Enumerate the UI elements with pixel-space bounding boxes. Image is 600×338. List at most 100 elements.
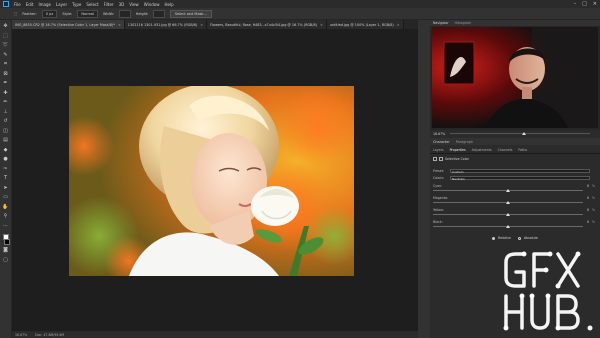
menu-edit[interactable]: Edit	[26, 2, 34, 7]
black-value[interactable]: 0	[587, 220, 589, 224]
healing-brush-tool-icon[interactable]: ✚	[2, 90, 9, 97]
menu-type[interactable]: Type	[72, 2, 81, 7]
marquee-tool-icon[interactable]: ⬚	[2, 33, 9, 40]
tab-layers[interactable]: Layers	[433, 148, 444, 152]
background-color-swatch[interactable]	[4, 238, 10, 245]
navigator-tab[interactable]: Navigator	[433, 21, 449, 25]
path-selection-tool-icon[interactable]: ➤	[2, 185, 9, 192]
layer-mask-icon[interactable]	[439, 157, 443, 161]
height-input[interactable]	[153, 9, 165, 18]
window-controls: – □ ×	[574, 1, 597, 7]
menu-image[interactable]: Image	[38, 2, 51, 7]
navigator-zoom-slider[interactable]	[450, 131, 590, 135]
menu-window[interactable]: Window	[144, 2, 160, 7]
percent-unit: %	[591, 208, 595, 212]
status-bar: 16.67% Doc: 47.8M/95.6M	[12, 331, 418, 338]
menu-layer[interactable]: Layer	[56, 2, 67, 7]
rectangle-tool-icon[interactable]: ▭	[2, 194, 9, 201]
width-input[interactable]	[119, 9, 131, 18]
menu-view[interactable]: View	[129, 2, 139, 7]
tab-document-1[interactable]: IMG_8855.CR2 @ 16.7% (Selective Color 1,…	[12, 20, 125, 29]
tab-close-icon[interactable]: ×	[397, 23, 400, 27]
tab-document-2[interactable]: 1302116 1301-931.jpg @ 66.7% (RGB/8) ×	[124, 20, 208, 29]
eyedropper-tool-icon[interactable]: ✒	[2, 80, 9, 87]
navigator-panel: Navigator Histogram	[430, 20, 600, 130]
type-tool-icon[interactable]: T	[2, 175, 9, 182]
navigator-zoom-value[interactable]: 16.67%	[433, 132, 445, 136]
gradient-tool-icon[interactable]: ▤	[2, 137, 9, 144]
menu-3d[interactable]: 3D	[119, 2, 125, 7]
yellow-label: Yellow:	[433, 208, 444, 212]
quick-select-tool-icon[interactable]: ✎	[2, 52, 9, 59]
tab-paragraph[interactable]: Paragraph	[456, 140, 473, 144]
tab-document-4[interactable]: untitled.jpg @ 100% (Layer 1, RGB/8) ×	[326, 20, 404, 29]
relative-radio[interactable]	[492, 236, 495, 240]
menu-help[interactable]: Help	[164, 2, 173, 7]
tab-paths[interactable]: Paths	[518, 148, 527, 152]
maximize-icon[interactable]: □	[582, 1, 587, 7]
absolute-label: Absolute	[523, 236, 538, 240]
cyan-slider-row: Cyan: 0 %	[433, 184, 597, 194]
preset-select[interactable]: Custom	[450, 169, 590, 174]
document-image	[69, 86, 354, 276]
tab-channels[interactable]: Channels	[498, 148, 513, 152]
history-brush-tool-icon[interactable]: ↺	[2, 118, 9, 125]
colors-select[interactable]: Neutrals	[450, 176, 590, 181]
style-select[interactable]: Normal	[77, 9, 99, 18]
tab-close-icon[interactable]: ×	[320, 23, 323, 27]
absolute-radio[interactable]	[517, 236, 521, 240]
colors-row: Colors: Neutrals	[433, 176, 590, 181]
menu-file[interactable]: File	[14, 2, 21, 7]
tab-properties[interactable]: Properties	[450, 148, 466, 152]
tab-close-icon[interactable]: ×	[118, 23, 121, 27]
tab-document-3[interactable]: Flowers, Beautiful, Rose, 6483...s7u4z3l…	[207, 20, 327, 29]
eraser-tool-icon[interactable]: ◫	[2, 128, 9, 135]
cyan-slider-handle[interactable]	[506, 188, 510, 192]
close-icon[interactable]: ×	[593, 1, 597, 7]
select-and-mask-button[interactable]: Select and Mask...	[169, 9, 212, 18]
preset-row: Preset: Custom	[433, 169, 590, 174]
colors-label: Colors:	[433, 176, 445, 180]
menu-select[interactable]: Select	[86, 2, 98, 7]
properties-title-row: Selective Color	[433, 157, 469, 161]
menu-filter[interactable]: Filter	[104, 2, 114, 7]
magenta-slider-handle[interactable]	[506, 200, 510, 204]
quick-mask-icon[interactable]: ◙	[2, 247, 9, 254]
status-zoom[interactable]: 16.67%	[15, 333, 27, 337]
histogram-tab[interactable]: Histogram	[455, 21, 472, 25]
magenta-value[interactable]: 0	[587, 196, 589, 200]
pen-tool-icon[interactable]: ✑	[2, 166, 9, 173]
document-tab-bar: IMG_8855.CR2 @ 16.7% (Selective Color 1,…	[12, 20, 418, 29]
tab-close-icon[interactable]: ×	[200, 23, 203, 27]
zoom-tool-icon[interactable]: ⚲	[2, 213, 9, 220]
yellow-value[interactable]: 0	[587, 208, 589, 212]
black-slider-handle[interactable]	[506, 224, 510, 228]
lasso-tool-icon[interactable]: ➰	[2, 42, 9, 49]
more-tools-icon[interactable]: ⋯	[2, 223, 9, 230]
brush-tool-icon[interactable]: ✏	[2, 99, 9, 106]
adjustment-layer-icon[interactable]	[433, 157, 437, 161]
hand-tool-icon[interactable]: ✋	[2, 204, 9, 211]
minimize-icon[interactable]: –	[574, 1, 577, 7]
frame-tool-icon[interactable]: ⊠	[2, 71, 9, 78]
tab-character[interactable]: Character	[433, 140, 450, 144]
status-doc-info[interactable]: Doc: 47.8M/95.6M	[35, 333, 64, 337]
screen-mode-icon[interactable]: ▢	[2, 257, 9, 264]
feather-input[interactable]: 0 px	[41, 9, 58, 18]
yellow-slider-handle[interactable]	[506, 212, 510, 216]
properties-title: Selective Color	[445, 157, 469, 161]
blur-tool-icon[interactable]: ◆	[2, 147, 9, 154]
clone-stamp-tool-icon[interactable]: ⊥	[2, 109, 9, 116]
document-canvas[interactable]	[12, 29, 418, 331]
preset-label: Preset:	[433, 169, 445, 173]
move-tool-icon[interactable]: ✥	[2, 23, 9, 30]
zoom-slider-handle[interactable]	[522, 131, 526, 135]
tab-adjustments[interactable]: Adjustments	[472, 148, 492, 152]
crop-tool-icon[interactable]: ⌗	[2, 61, 9, 68]
dodge-tool-icon[interactable]: ●	[2, 156, 9, 163]
navigator-preview[interactable]	[432, 27, 598, 128]
magenta-slider-row: Magenta: 0 %	[433, 196, 597, 206]
cyan-value[interactable]: 0	[587, 184, 589, 188]
tab-label: IMG_8855.CR2 @ 16.7% (Selective Color 1,…	[15, 22, 115, 27]
marquee-tool-icon[interactable]: ⬚	[14, 12, 17, 16]
